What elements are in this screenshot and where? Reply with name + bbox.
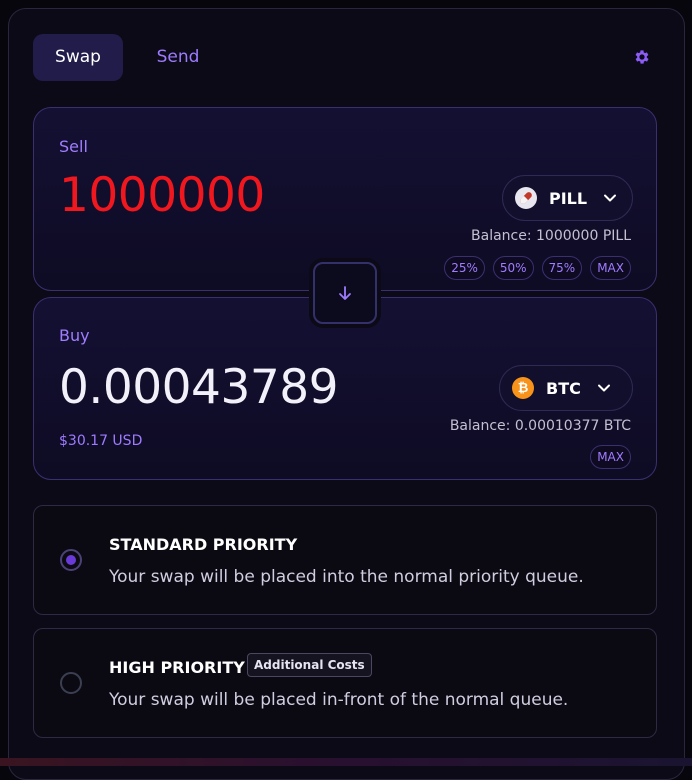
percent-buttons: 25% 50% 75% MAX — [444, 256, 631, 280]
buy-max-wrap: MAX — [590, 445, 631, 469]
buy-balance: Balance: 0.00010377 BTC — [449, 418, 631, 434]
percent-25-button[interactable]: 25% — [444, 256, 485, 280]
flip-direction-button[interactable] — [313, 262, 377, 324]
high-priority-title: HIGH PRIORITY — [109, 658, 245, 677]
tab-send[interactable]: Send — [133, 34, 223, 81]
gear-icon[interactable] — [633, 48, 651, 66]
percent-50-button[interactable]: 50% — [492, 256, 534, 280]
standard-priority-title: STANDARD PRIORITY — [109, 535, 298, 554]
btc-token-icon: ₿ — [512, 377, 534, 399]
high-priority-radio[interactable] — [60, 672, 82, 694]
standard-priority-radio[interactable] — [60, 549, 82, 571]
chevron-down-icon — [597, 384, 610, 392]
arrow-down-icon — [339, 286, 351, 300]
buy-amount: 0.00043789 — [59, 360, 339, 415]
standard-priority-description: Your swap will be placed into the normal… — [109, 567, 584, 587]
percent-75-button[interactable]: 75% — [541, 256, 583, 280]
sell-token-selector[interactable]: PILL — [502, 175, 633, 221]
buy-panel: Buy 0.00043789 $30.17 USD ₿ BTC Balance:… — [33, 297, 657, 480]
buy-token-name: BTC — [546, 378, 581, 398]
sell-token-name: PILL — [549, 188, 588, 208]
buy-label: Buy — [59, 326, 90, 345]
bottom-strip — [0, 758, 692, 766]
buy-token-selector[interactable]: ₿ BTC — [499, 365, 633, 411]
pill-token-icon — [515, 187, 537, 209]
sell-amount-input[interactable]: 1000000 — [59, 172, 265, 219]
buy-max-button[interactable]: MAX — [590, 445, 631, 469]
sell-label: Sell — [59, 137, 88, 156]
sell-balance: Balance: 1000000 PILL — [471, 228, 631, 244]
additional-costs-badge: Additional Costs — [247, 653, 372, 677]
standard-priority-option[interactable]: STANDARD PRIORITY Your swap will be plac… — [33, 505, 657, 615]
chevron-down-icon — [604, 194, 617, 202]
percent-max-button[interactable]: MAX — [590, 256, 631, 280]
tab-swap[interactable]: Swap — [33, 34, 123, 81]
high-priority-description: Your swap will be placed in-front of the… — [109, 690, 569, 710]
buy-usd-value: $30.17 USD — [59, 433, 143, 449]
high-priority-option[interactable]: HIGH PRIORITY Additional Costs Your swap… — [33, 628, 657, 738]
